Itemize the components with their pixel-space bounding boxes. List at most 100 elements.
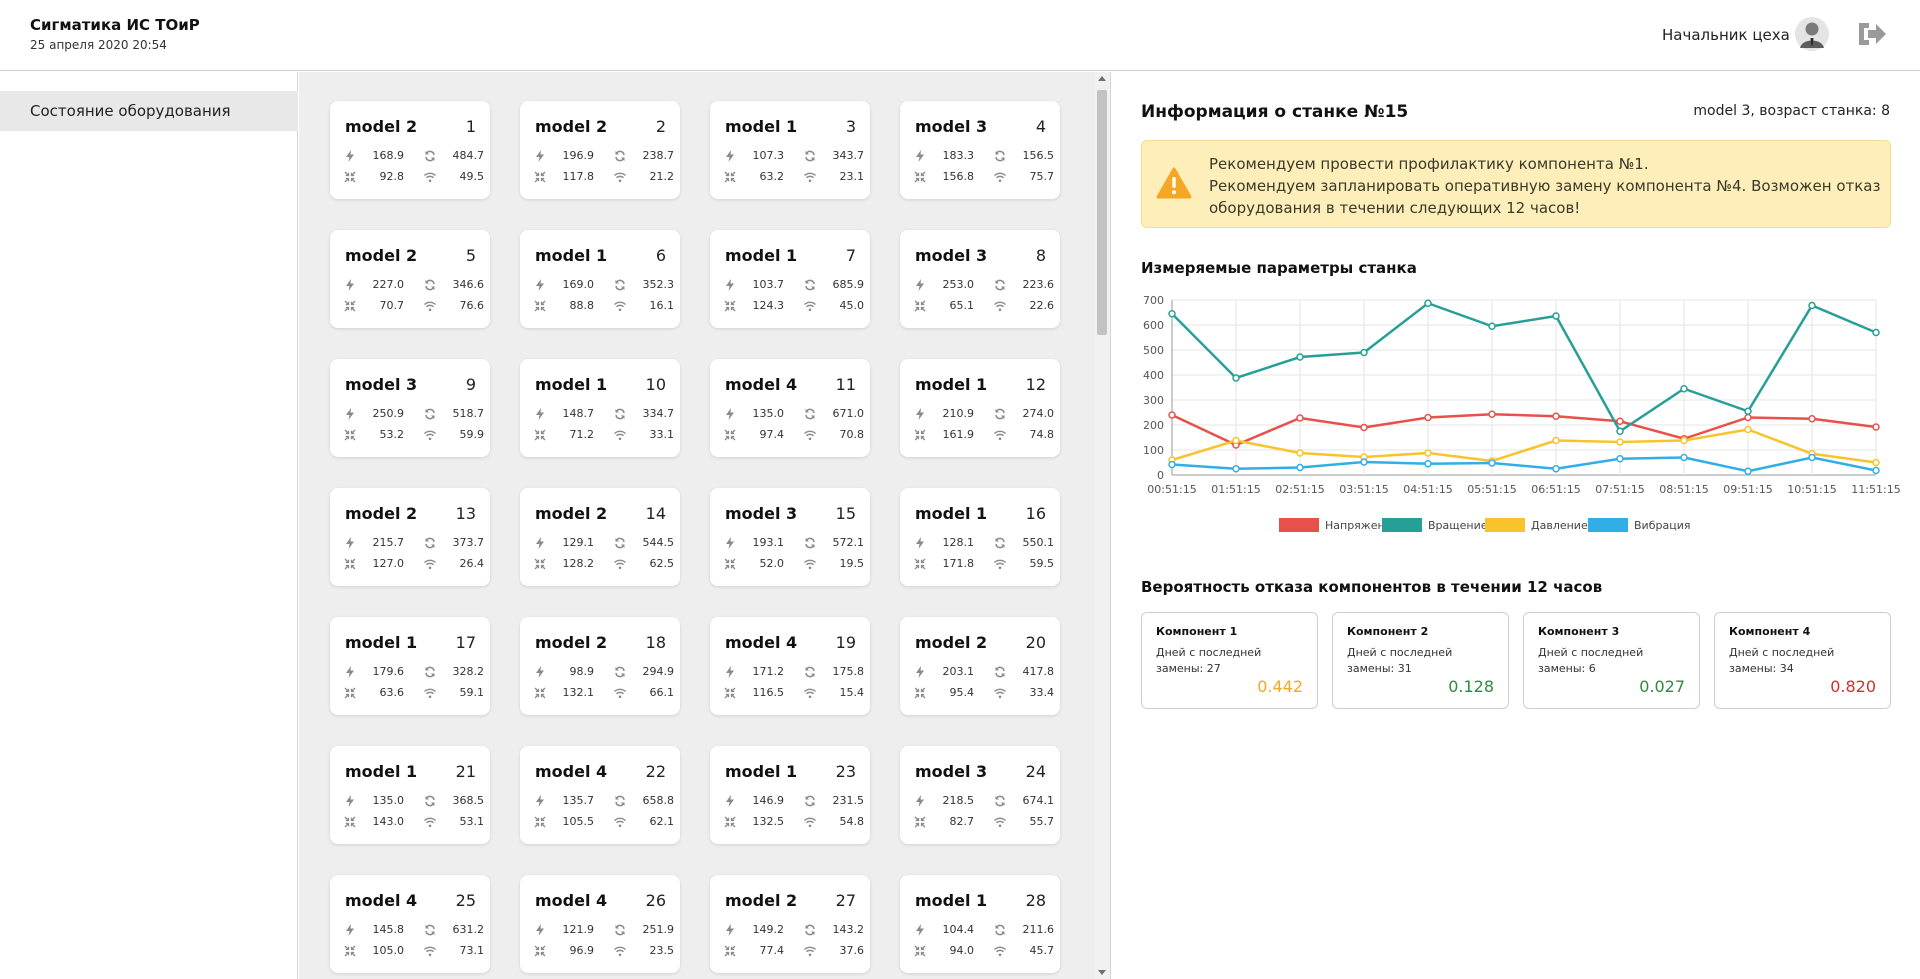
component-card[interactable]: Компонент 2 Дней с последней замены: 31 0.1… xyxy=(1332,612,1509,709)
user-role[interactable]: Начальник цеха xyxy=(1662,26,1790,44)
metric-value: 274.0 xyxy=(1022,407,1055,420)
metric-rotation: 346.6 xyxy=(424,278,484,292)
x-tick-label: 09:51:15 xyxy=(1723,483,1772,496)
data-point xyxy=(1552,436,1560,445)
machine-card[interactable]: model 2 14 129.1 544.5 128.2 62.5 xyxy=(520,488,680,586)
machine-model: model 3 xyxy=(915,117,988,136)
series-line xyxy=(1171,301,1877,434)
scroll-up-arrow-icon[interactable] xyxy=(1098,76,1106,81)
machine-card[interactable]: model 1 16 128.1 550.1 171.8 59.5 xyxy=(900,488,1060,586)
metric-value: 59.9 xyxy=(459,428,485,441)
metric-value: 77.4 xyxy=(759,944,785,957)
machine-model: model 2 xyxy=(345,504,418,523)
machine-card[interactable]: model 2 13 215.7 373.7 127.0 26.4 xyxy=(330,488,490,586)
component-days-label: Дней с последней xyxy=(1729,646,1835,659)
metric-voltage: 98.9 xyxy=(534,665,594,679)
scroll-thumb[interactable] xyxy=(1097,90,1107,335)
x-tick-label: 05:51:15 xyxy=(1467,483,1516,496)
data-point xyxy=(1168,460,1176,469)
metric-vibration: 66.1 xyxy=(614,686,674,700)
metric-value: 145.8 xyxy=(372,923,405,936)
legend-label: Вибрация xyxy=(1634,519,1690,532)
machine-number: 18 xyxy=(645,633,666,652)
metric-vibration: 54.8 xyxy=(804,815,864,829)
machine-card[interactable]: model 3 9 250.9 518.7 53.2 59.9 xyxy=(330,359,490,457)
machines-grid: model 2 1 168.9 484.7 92.8 49.5 model 2 2 196.9 2… xyxy=(299,72,1094,979)
scroll-down-arrow-icon[interactable] xyxy=(1098,970,1106,975)
logout-icon[interactable] xyxy=(1856,20,1888,48)
machine-card[interactable]: model 1 10 148.7 334.7 71.2 33.1 xyxy=(520,359,680,457)
metric-value: 346.6 xyxy=(452,278,485,291)
machine-card[interactable]: model 1 21 135.0 368.5 143.0 53.1 xyxy=(330,746,490,844)
legend-swatch xyxy=(1485,518,1525,532)
metric-value: 294.9 xyxy=(642,665,675,678)
machine-card[interactable]: model 4 26 121.9 251.9 96.9 23.5 xyxy=(520,875,680,973)
legend-swatch xyxy=(1279,518,1319,532)
metric-value: 62.1 xyxy=(649,815,675,828)
metric-voltage: 146.9 xyxy=(724,794,784,808)
metric-pressure: 77.4 xyxy=(724,944,784,958)
machine-card[interactable]: model 2 18 98.9 294.9 132.1 66.1 xyxy=(520,617,680,715)
machine-card[interactable]: model 4 22 135.7 658.8 105.5 62.1 xyxy=(520,746,680,844)
metric-value: 143.2 xyxy=(832,923,865,936)
machine-card[interactable]: model 2 5 227.0 346.6 70.7 76.6 xyxy=(330,230,490,328)
machine-card[interactable]: model 2 2 196.9 238.7 117.8 21.2 xyxy=(520,101,680,199)
metric-vibration: 59.1 xyxy=(424,686,484,700)
component-card[interactable]: Компонент 3 Дней с последней замены: 6 0.02… xyxy=(1523,612,1700,709)
metric-vibration: 55.7 xyxy=(994,815,1054,829)
machine-meta: model 3, возраст станка: 8 xyxy=(1693,103,1890,119)
sidebar-item-equipment-state[interactable]: Состояние оборудования xyxy=(0,91,298,131)
metric-pressure: 94.0 xyxy=(914,944,974,958)
machine-card[interactable]: model 3 8 253.0 223.6 65.1 22.6 xyxy=(900,230,1060,328)
machine-card[interactable]: model 1 23 146.9 231.5 132.5 54.8 xyxy=(710,746,870,844)
user-avatar-icon[interactable] xyxy=(1795,17,1829,51)
machine-number: 27 xyxy=(835,891,856,910)
metric-value: 211.6 xyxy=(1022,923,1055,936)
component-card[interactable]: Компонент 4 Дней с последней замены: 34 0.8… xyxy=(1714,612,1891,709)
x-tick-label: 04:51:15 xyxy=(1403,483,1452,496)
machine-card[interactable]: model 1 28 104.4 211.6 94.0 45.7 xyxy=(900,875,1060,973)
metric-voltage: 148.7 xyxy=(534,407,594,421)
metric-pressure: 127.0 xyxy=(344,557,404,571)
data-point xyxy=(1296,463,1304,472)
metric-value: 210.9 xyxy=(942,407,975,420)
machine-card[interactable]: model 4 11 135.0 671.0 97.4 70.8 xyxy=(710,359,870,457)
metric-pressure: 88.8 xyxy=(534,299,594,313)
machine-card[interactable]: model 1 12 210.9 274.0 161.9 74.8 xyxy=(900,359,1060,457)
metric-pressure: 65.1 xyxy=(914,299,974,313)
metric-value: 129.1 xyxy=(562,536,595,549)
machine-card[interactable]: model 3 24 218.5 674.1 82.7 55.7 xyxy=(900,746,1060,844)
machine-card[interactable]: model 2 20 203.1 417.8 95.4 33.4 xyxy=(900,617,1060,715)
machine-card[interactable]: model 4 25 145.8 631.2 105.0 73.1 xyxy=(330,875,490,973)
metric-vibration: 45.0 xyxy=(804,299,864,313)
machine-number: 19 xyxy=(835,633,856,652)
metric-value: 417.8 xyxy=(1022,665,1055,678)
metric-value: 334.7 xyxy=(642,407,675,420)
machine-card[interactable]: model 1 6 169.0 352.3 88.8 16.1 xyxy=(520,230,680,328)
machine-number: 11 xyxy=(835,375,856,394)
metric-voltage: 183.3 xyxy=(914,149,974,163)
machine-card[interactable]: model 1 3 107.3 343.7 63.2 23.1 xyxy=(710,101,870,199)
component-card[interactable]: Компонент 1 Дней с последней замены: 27 0.4… xyxy=(1141,612,1318,709)
metric-voltage: 129.1 xyxy=(534,536,594,550)
metric-voltage: 179.6 xyxy=(344,665,404,679)
machine-number: 2 xyxy=(655,117,666,136)
machine-card[interactable]: model 4 19 171.2 175.8 116.5 15.4 xyxy=(710,617,870,715)
machine-number: 25 xyxy=(455,891,476,910)
machine-card[interactable]: model 1 17 179.6 328.2 63.6 59.1 xyxy=(330,617,490,715)
component-probability: 0.128 xyxy=(1448,677,1494,696)
x-tick-label: 00:51:15 xyxy=(1147,483,1196,496)
metric-pressure: 95.4 xyxy=(914,686,974,700)
machine-model: model 1 xyxy=(915,891,988,910)
metric-value: 103.7 xyxy=(752,278,785,291)
metric-value: 82.7 xyxy=(949,815,975,828)
machine-card[interactable]: model 2 27 149.2 143.2 77.4 37.6 xyxy=(710,875,870,973)
machine-card[interactable]: model 3 15 193.1 572.1 52.0 19.5 xyxy=(710,488,870,586)
metric-vibration: 26.4 xyxy=(424,557,484,571)
machine-card[interactable]: model 1 7 103.7 685.9 124.3 45.0 xyxy=(710,230,870,328)
metric-value: 33.1 xyxy=(649,428,675,441)
grid-scrollbar[interactable] xyxy=(1094,72,1110,979)
machine-number: 24 xyxy=(1025,762,1046,781)
machine-card[interactable]: model 2 1 168.9 484.7 92.8 49.5 xyxy=(330,101,490,199)
machine-card[interactable]: model 3 4 183.3 156.5 156.8 75.7 xyxy=(900,101,1060,199)
